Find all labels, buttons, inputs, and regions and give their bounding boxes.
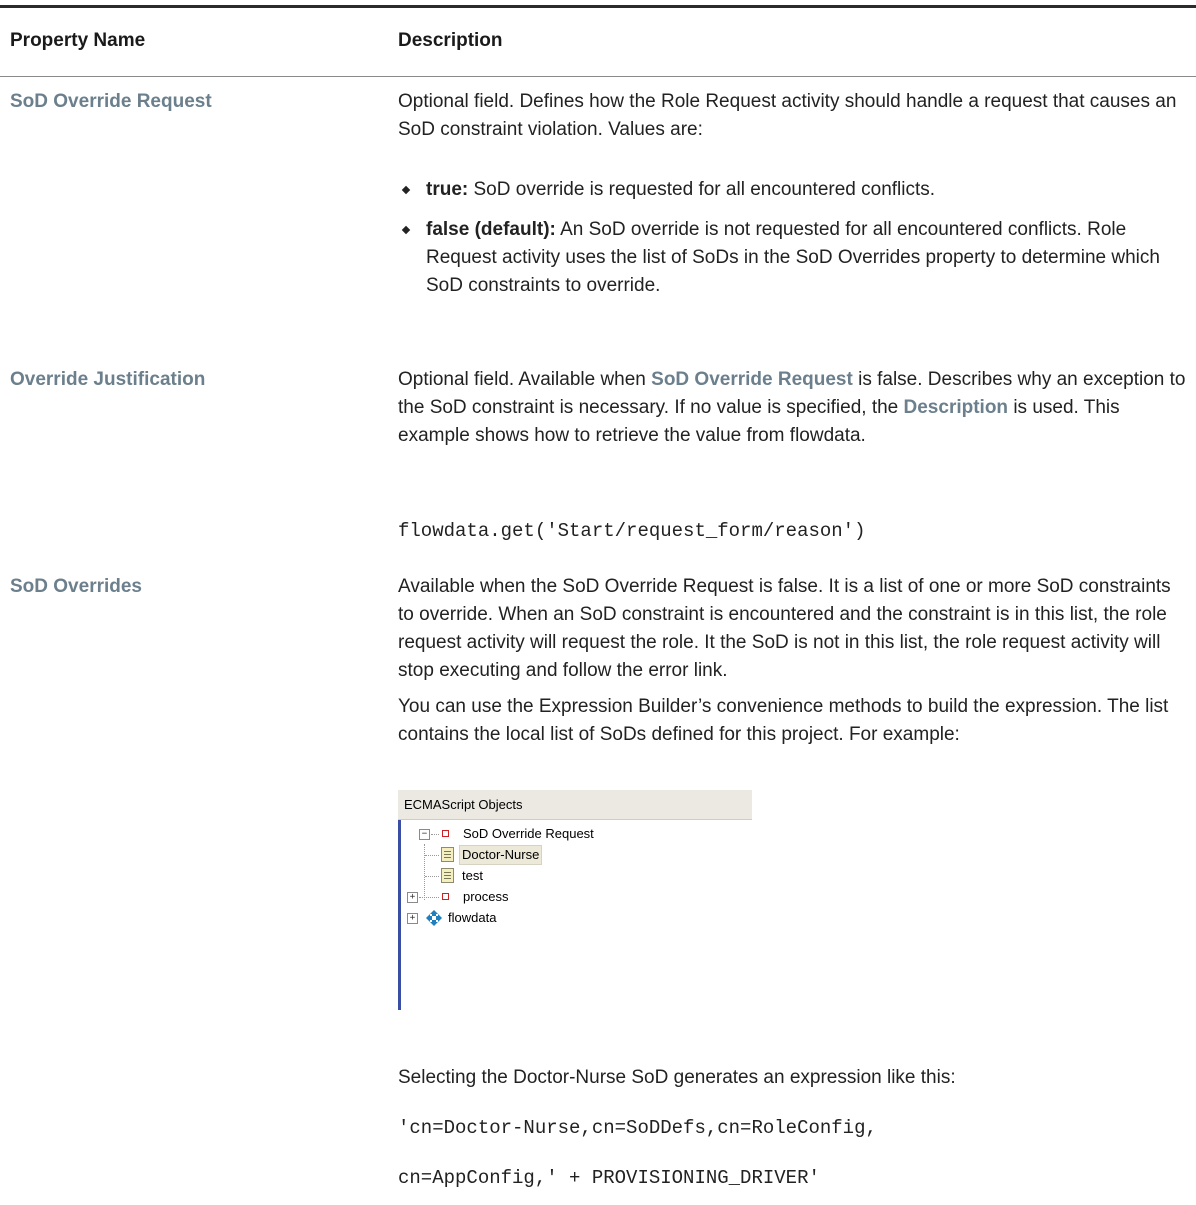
expand-icon[interactable]: + (407, 913, 418, 924)
tree-node-sod-override-request[interactable]: − SoD Override Request (408, 824, 738, 844)
values-list: true: SoD override is requested for all … (398, 176, 1188, 300)
tree-guide-line (431, 834, 439, 835)
tree-node-label: Doctor-Nurse (459, 845, 543, 865)
value-term: true: (426, 179, 469, 200)
tree-guide-line (425, 855, 439, 856)
table-header-rule (0, 76, 1196, 77)
column-header-description: Description (398, 30, 503, 51)
property-override-justification: Override Justification (10, 369, 206, 390)
property-sod-overrides: SoD Overrides (10, 576, 142, 597)
tree-node-label: flowdata (448, 910, 497, 925)
tree-panel-border (398, 820, 401, 1010)
bullet-icon (401, 185, 411, 195)
link-sod-override-request[interactable]: SoD Override Request (651, 369, 853, 390)
expand-icon[interactable]: + (407, 892, 418, 903)
list-item: false (default): An SoD override is not … (398, 216, 1188, 300)
document-icon (441, 847, 454, 862)
object-node-icon (442, 830, 449, 837)
document-page: Property Name Description SoD Override R… (0, 0, 1196, 1205)
link-description[interactable]: Description (904, 397, 1009, 418)
tree-guide-line (419, 897, 439, 898)
object-node-icon (442, 893, 449, 900)
code-expression-line-2: cn=AppConfig,' + PROVISIONING_DRIVER' (398, 1167, 820, 1189)
description-expression-builder: You can use the Expression Builder’s con… (398, 696, 1169, 745)
value-text: SoD override is requested for all encoun… (468, 179, 936, 200)
description-selecting-doctor-nurse: Selecting the Doctor-Nurse SoD generates… (398, 1067, 956, 1088)
tree-node-test[interactable]: test (408, 866, 738, 886)
code-flowdata-get: flowdata.get('Start/request_form/reason'… (398, 520, 866, 542)
table-top-rule (0, 5, 1196, 8)
description-text: Optional field. Available when (398, 369, 652, 390)
tree-panel-title: ECMAScript Objects (398, 790, 752, 820)
value-term: false (default): (426, 219, 556, 240)
tree-guide-line (425, 876, 439, 877)
tree-node-flowdata[interactable]: + flowdata (407, 908, 738, 928)
tree-node-process[interactable]: + process (407, 887, 738, 907)
bullet-icon (401, 225, 411, 235)
tree-node-label: test (462, 868, 483, 883)
code-expression-line-1: 'cn=Doctor-Nurse,cn=SoDDefs,cn=RoleConfi… (398, 1117, 877, 1139)
description-sod-overrides: Available when the SoD Override Request … (398, 576, 1171, 681)
document-icon (441, 868, 454, 883)
property-sod-override-request: SoD Override Request (10, 91, 212, 112)
collapse-icon[interactable]: − (419, 829, 430, 840)
flowdata-icon (426, 910, 442, 926)
tree-node-doctor-nurse[interactable]: Doctor-Nurse (408, 845, 738, 865)
tree-node-label: SoD Override Request (463, 826, 594, 841)
tree-node-label: process (463, 889, 509, 904)
description-sod-override-request: Optional field. Defines how the Role Req… (398, 91, 1177, 140)
description-override-justification: Optional field. Available when SoD Overr… (398, 366, 1188, 450)
column-header-property-name: Property Name (10, 30, 146, 51)
list-item: true: SoD override is requested for all … (398, 176, 1188, 204)
ecmascript-objects-screenshot: ECMAScript Objects − SoD Override Reques… (398, 790, 752, 1020)
